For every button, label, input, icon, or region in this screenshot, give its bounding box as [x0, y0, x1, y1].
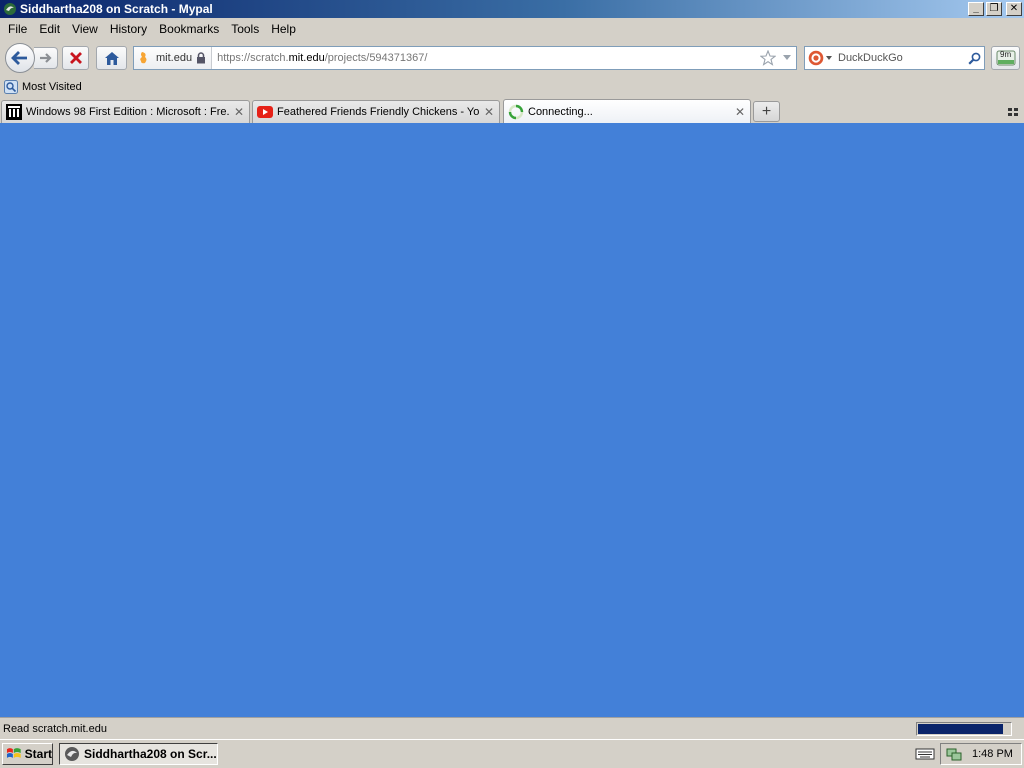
taskbar: Start Siddhartha208 on Scr... 1:48 PM: [0, 739, 1024, 768]
tab-close-icon[interactable]: ✕: [233, 105, 245, 119]
tab-windows-98[interactable]: Windows 98 First Edition : Microsoft : F…: [1, 100, 250, 123]
stop-x-icon: [69, 52, 82, 64]
stop-button[interactable]: [62, 46, 89, 70]
forward-button[interactable]: [34, 47, 58, 69]
site-identity-button[interactable]: mit.edu: [134, 47, 213, 69]
tab-title: Windows 98 First Edition : Microsoft : F…: [26, 106, 229, 118]
url-text[interactable]: https://scratch.mit.edu/projects/5943713…: [212, 52, 760, 64]
menu-bookmarks[interactable]: Bookmarks: [153, 22, 225, 36]
menu-view-label: View: [72, 22, 98, 36]
menu-bookmarks-label: Bookmarks: [159, 22, 220, 36]
history-dropdown-icon[interactable]: [782, 54, 792, 62]
menu-help-label: Help: [271, 22, 296, 36]
search-bar[interactable]: DuckDuckGo: [804, 46, 985, 70]
keyboard-icon[interactable]: [915, 747, 935, 761]
tab-close-icon[interactable]: ✕: [483, 105, 495, 119]
menu-view[interactable]: View: [66, 22, 104, 36]
tab-title: Connecting...: [528, 105, 593, 118]
menu-history-label: History: [109, 22, 148, 36]
tab-feathered-friends[interactable]: Feathered Friends Friendly Chickens - Yo…: [252, 100, 500, 123]
menu-file-label: File: [8, 22, 28, 36]
system-tray: 1:48 PM: [940, 743, 1022, 765]
back-arrow-icon: [11, 51, 27, 65]
magnifier-icon: [967, 52, 980, 65]
clock[interactable]: 1:48 PM: [972, 748, 1013, 760]
progress-fill: [918, 724, 1003, 734]
search-input[interactable]: DuckDuckGo: [832, 52, 964, 64]
url-path: /projects/594371367/: [324, 52, 428, 64]
loading-spinner-icon: [508, 104, 524, 119]
tab-title: Feathered Friends Friendly Chickens - Yo…: [277, 106, 479, 118]
address-bar[interactable]: mit.edu https://scratch.mit.edu/projects…: [133, 46, 797, 70]
start-button[interactable]: Start: [2, 743, 53, 765]
home-button[interactable]: [96, 46, 127, 70]
most-visited-bookmark[interactable]: Most Visited: [22, 81, 82, 93]
extension-button[interactable]: 9m: [991, 46, 1020, 70]
lock-icon: [197, 52, 206, 64]
page-content[interactable]: [0, 123, 1024, 717]
close-icon: ✕: [1009, 3, 1019, 14]
url-prefix: https://scratch.: [217, 52, 289, 64]
status-text: Read scratch.mit.edu: [3, 722, 107, 735]
start-label: Start: [24, 747, 52, 761]
forward-arrow-icon: [39, 53, 52, 63]
navigation-toolbar: mit.edu https://scratch.mit.edu/projects…: [0, 40, 1024, 74]
tab-connecting[interactable]: Connecting... ✕: [503, 99, 751, 123]
menu-edit-label: Edit: [39, 22, 61, 36]
menu-tools[interactable]: Tools: [225, 22, 265, 36]
tab-close-icon[interactable]: ✕: [734, 105, 746, 119]
windows-logo-icon: [6, 748, 21, 758]
new-tab-button[interactable]: +: [753, 101, 780, 122]
bookmark-star-icon[interactable]: [760, 50, 776, 66]
scratch-favicon-icon: [140, 52, 147, 64]
youtube-icon: [257, 106, 273, 118]
minimize-button[interactable]: _: [968, 2, 984, 16]
loading-progress-bar: [916, 722, 1012, 736]
search-engine-button[interactable]: [805, 50, 832, 66]
archive-icon: [6, 104, 22, 120]
menu-history[interactable]: History: [104, 22, 153, 36]
restore-button[interactable]: ❐: [986, 2, 1002, 16]
network-icon[interactable]: [946, 746, 962, 762]
list-all-tabs-icon[interactable]: [1006, 105, 1020, 119]
mypal-app-icon: [4, 3, 16, 15]
menu-edit[interactable]: Edit: [33, 22, 66, 36]
search-go-button[interactable]: [964, 52, 984, 65]
restore-icon: ❐: [989, 3, 999, 14]
bookmarks-toolbar: Most Visited: [0, 76, 1024, 98]
mypal-app-icon: [65, 747, 79, 761]
window-title: Siddhartha208 on Scratch - Mypal: [20, 2, 213, 16]
back-button[interactable]: [5, 43, 35, 73]
plus-icon: +: [761, 102, 772, 120]
menu-help[interactable]: Help: [265, 22, 302, 36]
taskbar-window-button[interactable]: Siddhartha208 on Scr...: [59, 743, 218, 765]
menu-bar: File Edit View History Bookmarks Tools H…: [0, 18, 1024, 40]
menu-file[interactable]: File: [2, 22, 33, 36]
url-host: mit.edu: [288, 52, 325, 64]
identity-site-label: mit.edu: [156, 52, 193, 64]
home-icon: [104, 52, 119, 65]
menu-tools-label: Tools: [231, 22, 260, 36]
window-titlebar[interactable]: Siddhartha208 on Scratch - Mypal _ ❐ ✕: [0, 0, 1024, 18]
status-bar: Read scratch.mit.edu: [0, 717, 1024, 739]
close-button[interactable]: ✕: [1006, 2, 1022, 16]
taskbar-window-label: Siddhartha208 on Scr...: [84, 747, 217, 761]
minimize-icon: _: [973, 3, 979, 14]
most-visited-folder-icon: [4, 80, 18, 94]
extension-badge-label: 9m: [1000, 50, 1012, 59]
duckduckgo-icon: [808, 50, 824, 66]
tab-strip: Windows 98 First Edition : Microsoft : F…: [0, 98, 1024, 123]
